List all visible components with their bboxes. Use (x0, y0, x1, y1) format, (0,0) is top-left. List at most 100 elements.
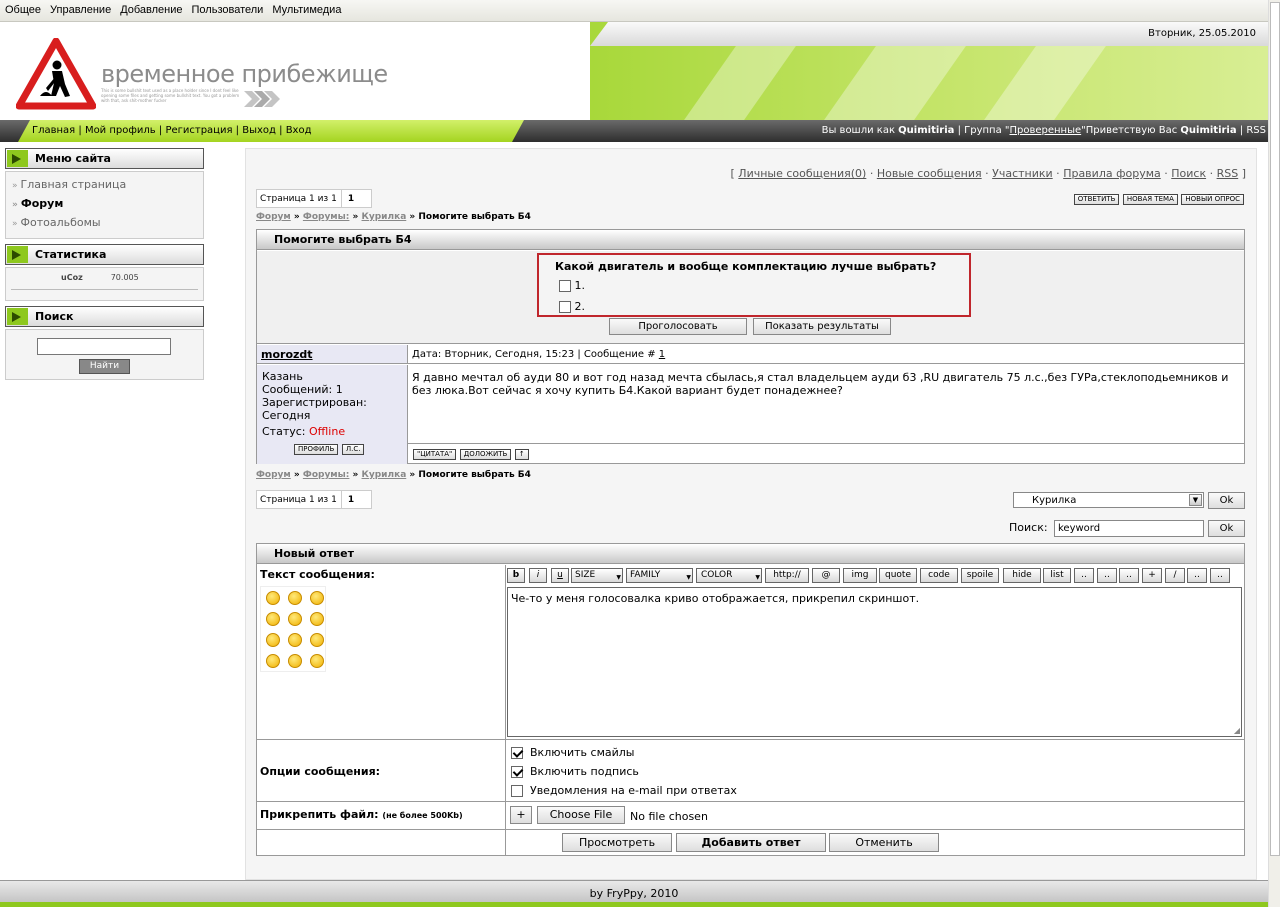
spoiler-button[interactable]: spoile (961, 568, 999, 583)
admin-menu-add[interactable]: Добавление (115, 0, 186, 16)
new-poll-button[interactable]: новый опрос (1181, 194, 1244, 205)
smile-icon[interactable] (288, 591, 302, 605)
option-enable-signature[interactable]: Включить подпись (511, 762, 737, 781)
menu-item-home[interactable]: » Главная страница (6, 177, 203, 196)
hide-button[interactable]: hide (1003, 568, 1041, 583)
nav-home[interactable]: Главная (32, 125, 75, 136)
scroll-top-button[interactable]: ↑ (514, 449, 529, 460)
crumb-forum[interactable]: Форум (256, 212, 291, 222)
resize-grip-icon[interactable]: ◢ (1234, 726, 1240, 735)
quote-button[interactable]: "цитата" (413, 449, 457, 460)
email-button[interactable]: @ (812, 568, 840, 583)
smile-icon[interactable] (266, 612, 280, 626)
menu-item-photos[interactable]: » Фотоальбомы (6, 215, 203, 234)
nav-profile[interactable]: Мой профиль (85, 125, 156, 136)
crumb-section[interactable]: Курилка (362, 212, 407, 222)
group-link[interactable]: Проверенные (1009, 125, 1081, 136)
submit-reply-button[interactable]: Добавить ответ (676, 833, 826, 852)
nav-logout[interactable]: Выход (242, 125, 276, 136)
link-members[interactable]: Участники (992, 167, 1053, 180)
menu-item-forum[interactable]: » Форум (6, 196, 203, 215)
admin-menu-general[interactable]: Общее (0, 0, 45, 16)
sidebar-search-input[interactable] (37, 338, 171, 355)
nav-login[interactable]: Вход (286, 125, 312, 136)
add-attachment-button[interactable]: + (510, 806, 532, 824)
smile-icon[interactable] (310, 591, 324, 605)
smile-icon[interactable] (310, 633, 324, 647)
poll-option-1[interactable]: 1. (559, 279, 585, 292)
crumb-forums[interactable]: Форумы: (303, 212, 350, 222)
message-textarea[interactable]: Че-то у меня голосовалка криво отображае… (507, 587, 1242, 737)
ucoz-counter[interactable]: uCoz 70.005 (61, 273, 151, 285)
admin-menu-multimedia[interactable]: Мультимедиа (267, 0, 345, 16)
smile-icon[interactable] (266, 654, 280, 668)
bold-button[interactable]: b (507, 568, 525, 583)
option-enable-smilies[interactable]: Включить смайлы (511, 743, 737, 762)
page-scrollbar[interactable] (1268, 0, 1280, 907)
choose-file-button[interactable]: Choose File (537, 806, 625, 824)
poll-option-2[interactable]: 2. (559, 300, 585, 313)
slash-button[interactable]: / (1165, 568, 1185, 583)
crumb-forums[interactable]: Форумы: (303, 470, 350, 480)
cancel-button[interactable]: Отменить (829, 833, 939, 852)
forum-search-ok[interactable]: Ok (1208, 520, 1245, 537)
link-new-messages[interactable]: Новые сообщения (877, 167, 982, 180)
smile-icon[interactable] (288, 612, 302, 626)
smile-icon[interactable] (288, 633, 302, 647)
poll-option-checkbox[interactable] (559, 280, 571, 292)
plus-button[interactable]: + (1142, 568, 1162, 583)
crumb-forum[interactable]: Форум (256, 470, 291, 480)
poll-option-checkbox[interactable] (559, 301, 571, 313)
checkbox-checked[interactable] (511, 766, 523, 778)
vote-button[interactable]: Проголосовать (609, 318, 747, 335)
format-button[interactable]: .. (1187, 568, 1207, 583)
code-button[interactable]: code (920, 568, 958, 583)
admin-menu-users[interactable]: Пользователи (187, 0, 268, 16)
list-button[interactable]: list (1043, 568, 1071, 583)
nav-register[interactable]: Регистрация (165, 125, 232, 136)
smile-icon[interactable] (310, 612, 324, 626)
underline-button[interactable]: u (551, 568, 569, 583)
quote-bbcode-button[interactable]: quote (879, 568, 917, 583)
italic-button[interactable]: i (529, 568, 547, 583)
smile-icon[interactable] (288, 654, 302, 668)
crumb-section[interactable]: Курилка (362, 470, 407, 480)
reply-button[interactable]: ответить (1073, 194, 1120, 205)
sidebar-search-button[interactable]: Найти (79, 359, 130, 374)
forum-jump-ok[interactable]: Ok (1208, 492, 1245, 509)
post-author-link[interactable]: morozdt (261, 348, 313, 361)
nav-rss-link[interactable]: RSS (1246, 125, 1266, 136)
preview-button[interactable]: Просмотреть (562, 833, 672, 852)
link-private-messages[interactable]: Личные сообщения(0) (738, 167, 866, 180)
color-select[interactable]: COLOR ▼ (696, 568, 762, 583)
format-button[interactable]: .. (1097, 568, 1117, 583)
profile-button[interactable]: профиль (294, 444, 339, 455)
format-button[interactable]: .. (1119, 568, 1139, 583)
post-number-link[interactable]: 1 (659, 349, 665, 360)
img-button[interactable]: img (843, 568, 877, 583)
new-topic-button[interactable]: новая тема (1122, 194, 1178, 205)
show-results-button[interactable]: Показать результаты (753, 318, 891, 335)
page-1-link[interactable]: 1 (342, 190, 359, 207)
forum-jump-select[interactable]: Курилка ▼ (1013, 492, 1204, 508)
family-select[interactable]: FAMILY ▼ (626, 568, 693, 583)
scrollbar-thumb[interactable] (1270, 2, 1280, 856)
link-forum-rules[interactable]: Правила форума (1063, 167, 1161, 180)
option-email-notify[interactable]: Уведомления на e-mail при ответах (511, 781, 737, 800)
pm-button[interactable]: л.с. (341, 444, 365, 455)
post-reply-button[interactable]: доложить (459, 449, 512, 460)
smile-icon[interactable] (266, 591, 280, 605)
checkbox-unchecked[interactable] (511, 785, 523, 797)
size-select[interactable]: SIZE ▼ (571, 568, 623, 583)
smile-icon[interactable] (266, 633, 280, 647)
format-button[interactable]: .. (1210, 568, 1230, 583)
checkbox-checked[interactable] (511, 747, 523, 759)
url-button[interactable]: http:// (765, 568, 809, 583)
link-rss[interactable]: RSS (1217, 167, 1239, 180)
link-search[interactable]: Поиск (1171, 167, 1206, 180)
admin-menu-manage[interactable]: Управление (45, 0, 115, 16)
format-button[interactable]: .. (1074, 568, 1094, 583)
forum-search-input[interactable]: keyword (1054, 520, 1204, 537)
smile-icon[interactable] (310, 654, 324, 668)
page-1-link[interactable]: 1 (342, 491, 359, 508)
